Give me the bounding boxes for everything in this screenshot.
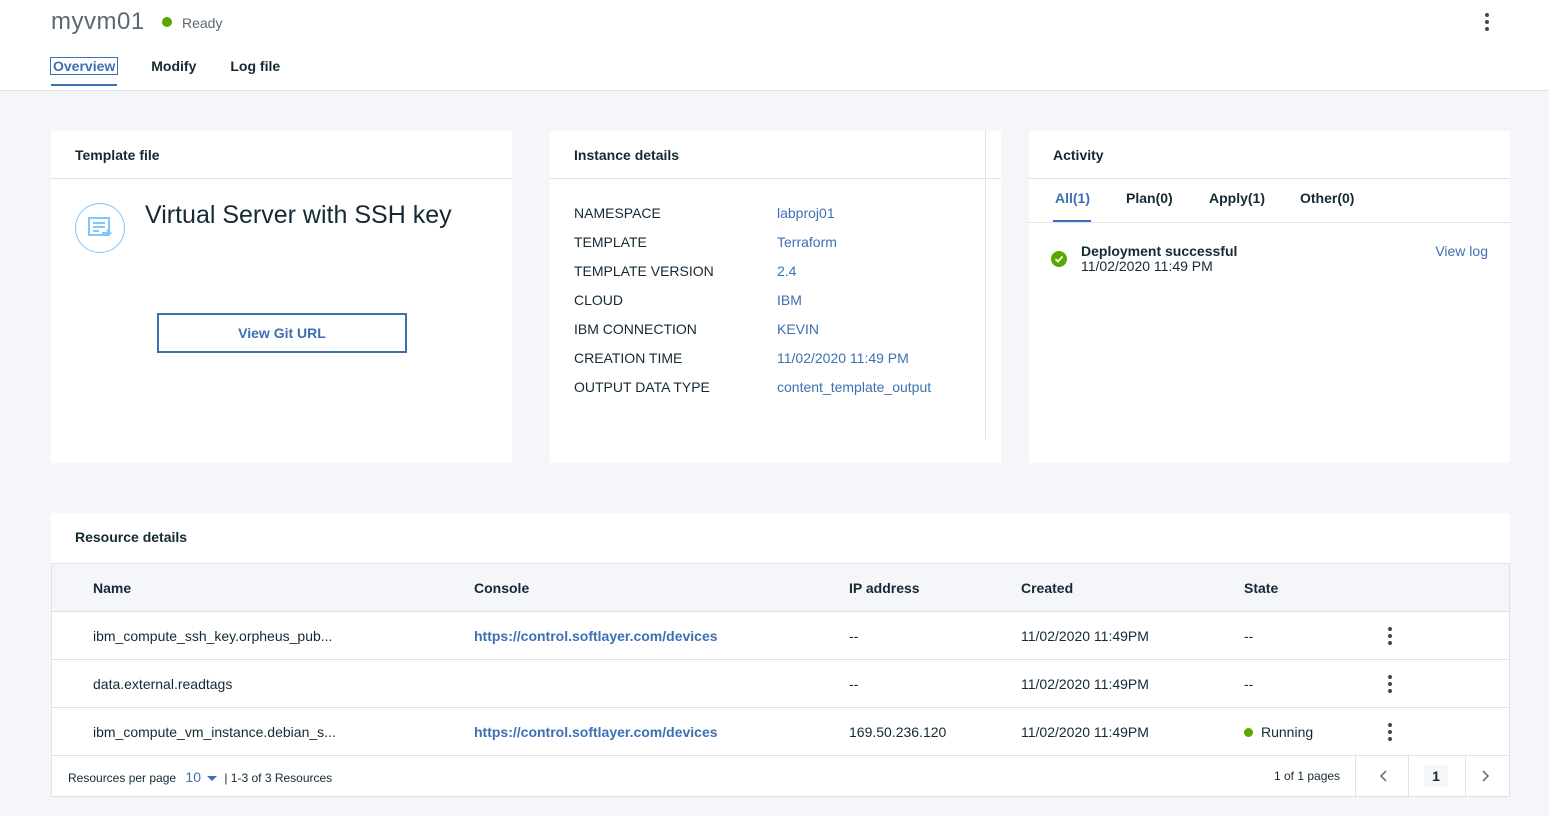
activity-event-date: 11/02/2020 11:49 PM bbox=[1081, 258, 1213, 274]
detail-value: content_template_output bbox=[777, 379, 932, 395]
console-link[interactable]: https://control.softlayer.com/devices bbox=[474, 708, 718, 756]
chevron-down-icon[interactable] bbox=[207, 775, 217, 781]
detail-value: KEVIN bbox=[777, 321, 820, 337]
tab-log-file[interactable]: Log file bbox=[230, 58, 280, 86]
row-overflow-menu-icon[interactable] bbox=[1380, 720, 1400, 744]
detail-key: IBM CONNECTION bbox=[574, 321, 697, 337]
per-page-label: Resources per page bbox=[68, 771, 177, 785]
detail-row: IBM CONNECTION KEVIN bbox=[574, 321, 931, 350]
scrollbar[interactable] bbox=[985, 131, 1001, 439]
active-tab-indicator bbox=[1053, 220, 1091, 222]
detail-key: TEMPLATE bbox=[574, 234, 647, 250]
resources-table: Name Console IP address Created State ib… bbox=[51, 563, 1510, 797]
detail-key: CLOUD bbox=[574, 292, 624, 308]
per-page-select[interactable]: 10 bbox=[185, 769, 201, 785]
resource-details-card: Resource details Name Console IP address… bbox=[51, 513, 1510, 797]
template-file-card: Template file Virtual Server with SSH ke… bbox=[51, 131, 512, 463]
activity-tab-apply[interactable]: Apply(1) bbox=[1209, 190, 1265, 206]
divider bbox=[1408, 756, 1409, 796]
detail-row: CREATION TIME 11/02/2020 11:49 PM bbox=[574, 350, 931, 379]
status-indicator-icon bbox=[162, 17, 172, 27]
detail-value: Terraform bbox=[777, 234, 837, 250]
current-page[interactable]: 1 bbox=[1424, 765, 1448, 787]
created-date: 11/02/2020 11:49PM bbox=[1021, 724, 1149, 740]
state: Running bbox=[1261, 724, 1314, 740]
state: -- bbox=[1244, 676, 1254, 692]
activity-tab-plan[interactable]: Plan(0) bbox=[1126, 190, 1173, 206]
created-date: 11/02/2020 11:49PM bbox=[1021, 628, 1149, 644]
detail-row: CLOUD IBM bbox=[574, 292, 931, 321]
card-heading: Activity bbox=[1029, 131, 1510, 179]
detail-key: OUTPUT DATA TYPE bbox=[574, 379, 710, 395]
table-row: data.external.readtags -- 11/02/2020 11:… bbox=[52, 660, 1509, 708]
row-overflow-menu-icon[interactable] bbox=[1380, 624, 1400, 648]
pagination-bar: Resources per page 10 | 1-3 of 3 Resourc… bbox=[52, 756, 1509, 796]
detail-row: TEMPLATE VERSION 2.4 bbox=[574, 263, 931, 292]
table-row: ibm_compute_ssh_key.orpheus_pub... https… bbox=[52, 612, 1509, 660]
status-label: Ready bbox=[182, 15, 223, 31]
page-title: myvm01 bbox=[51, 8, 145, 35]
detail-value: labproj01 bbox=[777, 205, 835, 221]
card-heading: Template file bbox=[51, 131, 512, 179]
created-date: 11/02/2020 11:49PM bbox=[1021, 676, 1149, 692]
tab-overview-label: Overview bbox=[49, 57, 119, 75]
detail-row: OUTPUT DATA TYPE content_template_output bbox=[574, 379, 931, 408]
detail-value: IBM bbox=[777, 292, 802, 308]
ip-address: -- bbox=[849, 628, 859, 644]
ip-address: 169.50.236.120 bbox=[849, 724, 947, 740]
column-header-name[interactable]: Name bbox=[93, 564, 131, 612]
table-row: ibm_compute_vm_instance.debian_s... http… bbox=[52, 708, 1509, 756]
console-link[interactable]: https://control.softlayer.com/devices bbox=[474, 612, 718, 660]
table-header: Name Console IP address Created State bbox=[52, 564, 1509, 612]
activity-card: Activity All(1) Plan(0) Apply(1) Other(0… bbox=[1029, 131, 1510, 463]
view-log-link[interactable]: View log bbox=[1435, 243, 1488, 259]
column-header-created[interactable]: Created bbox=[1021, 564, 1073, 612]
state-cell: Running bbox=[1244, 708, 1313, 756]
detail-key: NAMESPACE bbox=[574, 205, 661, 221]
detail-value: 2.4 bbox=[777, 263, 797, 279]
column-header-console[interactable]: Console bbox=[474, 564, 529, 612]
detail-key: CREATION TIME bbox=[574, 350, 683, 366]
state: -- bbox=[1244, 628, 1254, 644]
detail-row: NAMESPACE labproj01 bbox=[574, 205, 931, 234]
checkmark-icon bbox=[1051, 251, 1067, 267]
column-header-ip[interactable]: IP address bbox=[849, 564, 920, 612]
instance-details-list: NAMESPACE labproj01 TEMPLATE Terraform TEM… bbox=[574, 205, 931, 408]
previous-page-button[interactable] bbox=[1356, 756, 1412, 796]
template-name: Virtual Server with SSH key bbox=[145, 201, 452, 229]
page-tabs: Overview Modify Log file bbox=[49, 57, 280, 86]
activity-tab-other[interactable]: Other(0) bbox=[1300, 190, 1354, 206]
card-heading: Instance details bbox=[550, 131, 1001, 179]
resource-name: ibm_compute_vm_instance.debian_s... bbox=[93, 724, 336, 740]
detail-value: 11/02/2020 11:49 PM bbox=[777, 350, 909, 366]
row-overflow-menu-icon[interactable] bbox=[1380, 672, 1400, 696]
page-header: myvm01 Ready Overview Modify Log file bbox=[0, 0, 1549, 91]
ip-address: -- bbox=[849, 676, 859, 692]
instance-details-card: Instance details NAMESPACE labproj01 TEMP… bbox=[550, 131, 1001, 463]
chevron-right-icon bbox=[1482, 770, 1490, 782]
next-page-button[interactable] bbox=[1457, 756, 1513, 796]
item-range: | 1-3 of 3 Resources bbox=[224, 771, 333, 785]
tab-modify[interactable]: Modify bbox=[151, 58, 196, 86]
per-page-group: Resources per page 10 | 1-3 of 3 Resourc… bbox=[68, 769, 332, 785]
activity-event-title: Deployment successful bbox=[1081, 243, 1238, 259]
page-count: 1 of 1 pages bbox=[1274, 769, 1341, 783]
overflow-menu-icon[interactable] bbox=[1475, 8, 1499, 36]
column-header-state[interactable]: State bbox=[1244, 564, 1278, 612]
resource-name: ibm_compute_ssh_key.orpheus_pub... bbox=[93, 628, 333, 644]
activity-tabs: All(1) Plan(0) Apply(1) Other(0) bbox=[1029, 179, 1510, 223]
running-status-icon bbox=[1244, 727, 1253, 737]
detail-key: TEMPLATE VERSION bbox=[574, 263, 714, 279]
tab-overview[interactable]: Overview bbox=[49, 57, 119, 86]
detail-row: TEMPLATE Terraform bbox=[574, 234, 931, 263]
chevron-left-icon bbox=[1379, 770, 1387, 782]
card-heading: Resource details bbox=[75, 529, 188, 545]
template-icon bbox=[75, 203, 125, 253]
activity-tab-all[interactable]: All(1) bbox=[1055, 190, 1090, 206]
view-git-url-button[interactable]: View Git URL bbox=[157, 313, 407, 353]
resource-name: data.external.readtags bbox=[93, 676, 233, 692]
